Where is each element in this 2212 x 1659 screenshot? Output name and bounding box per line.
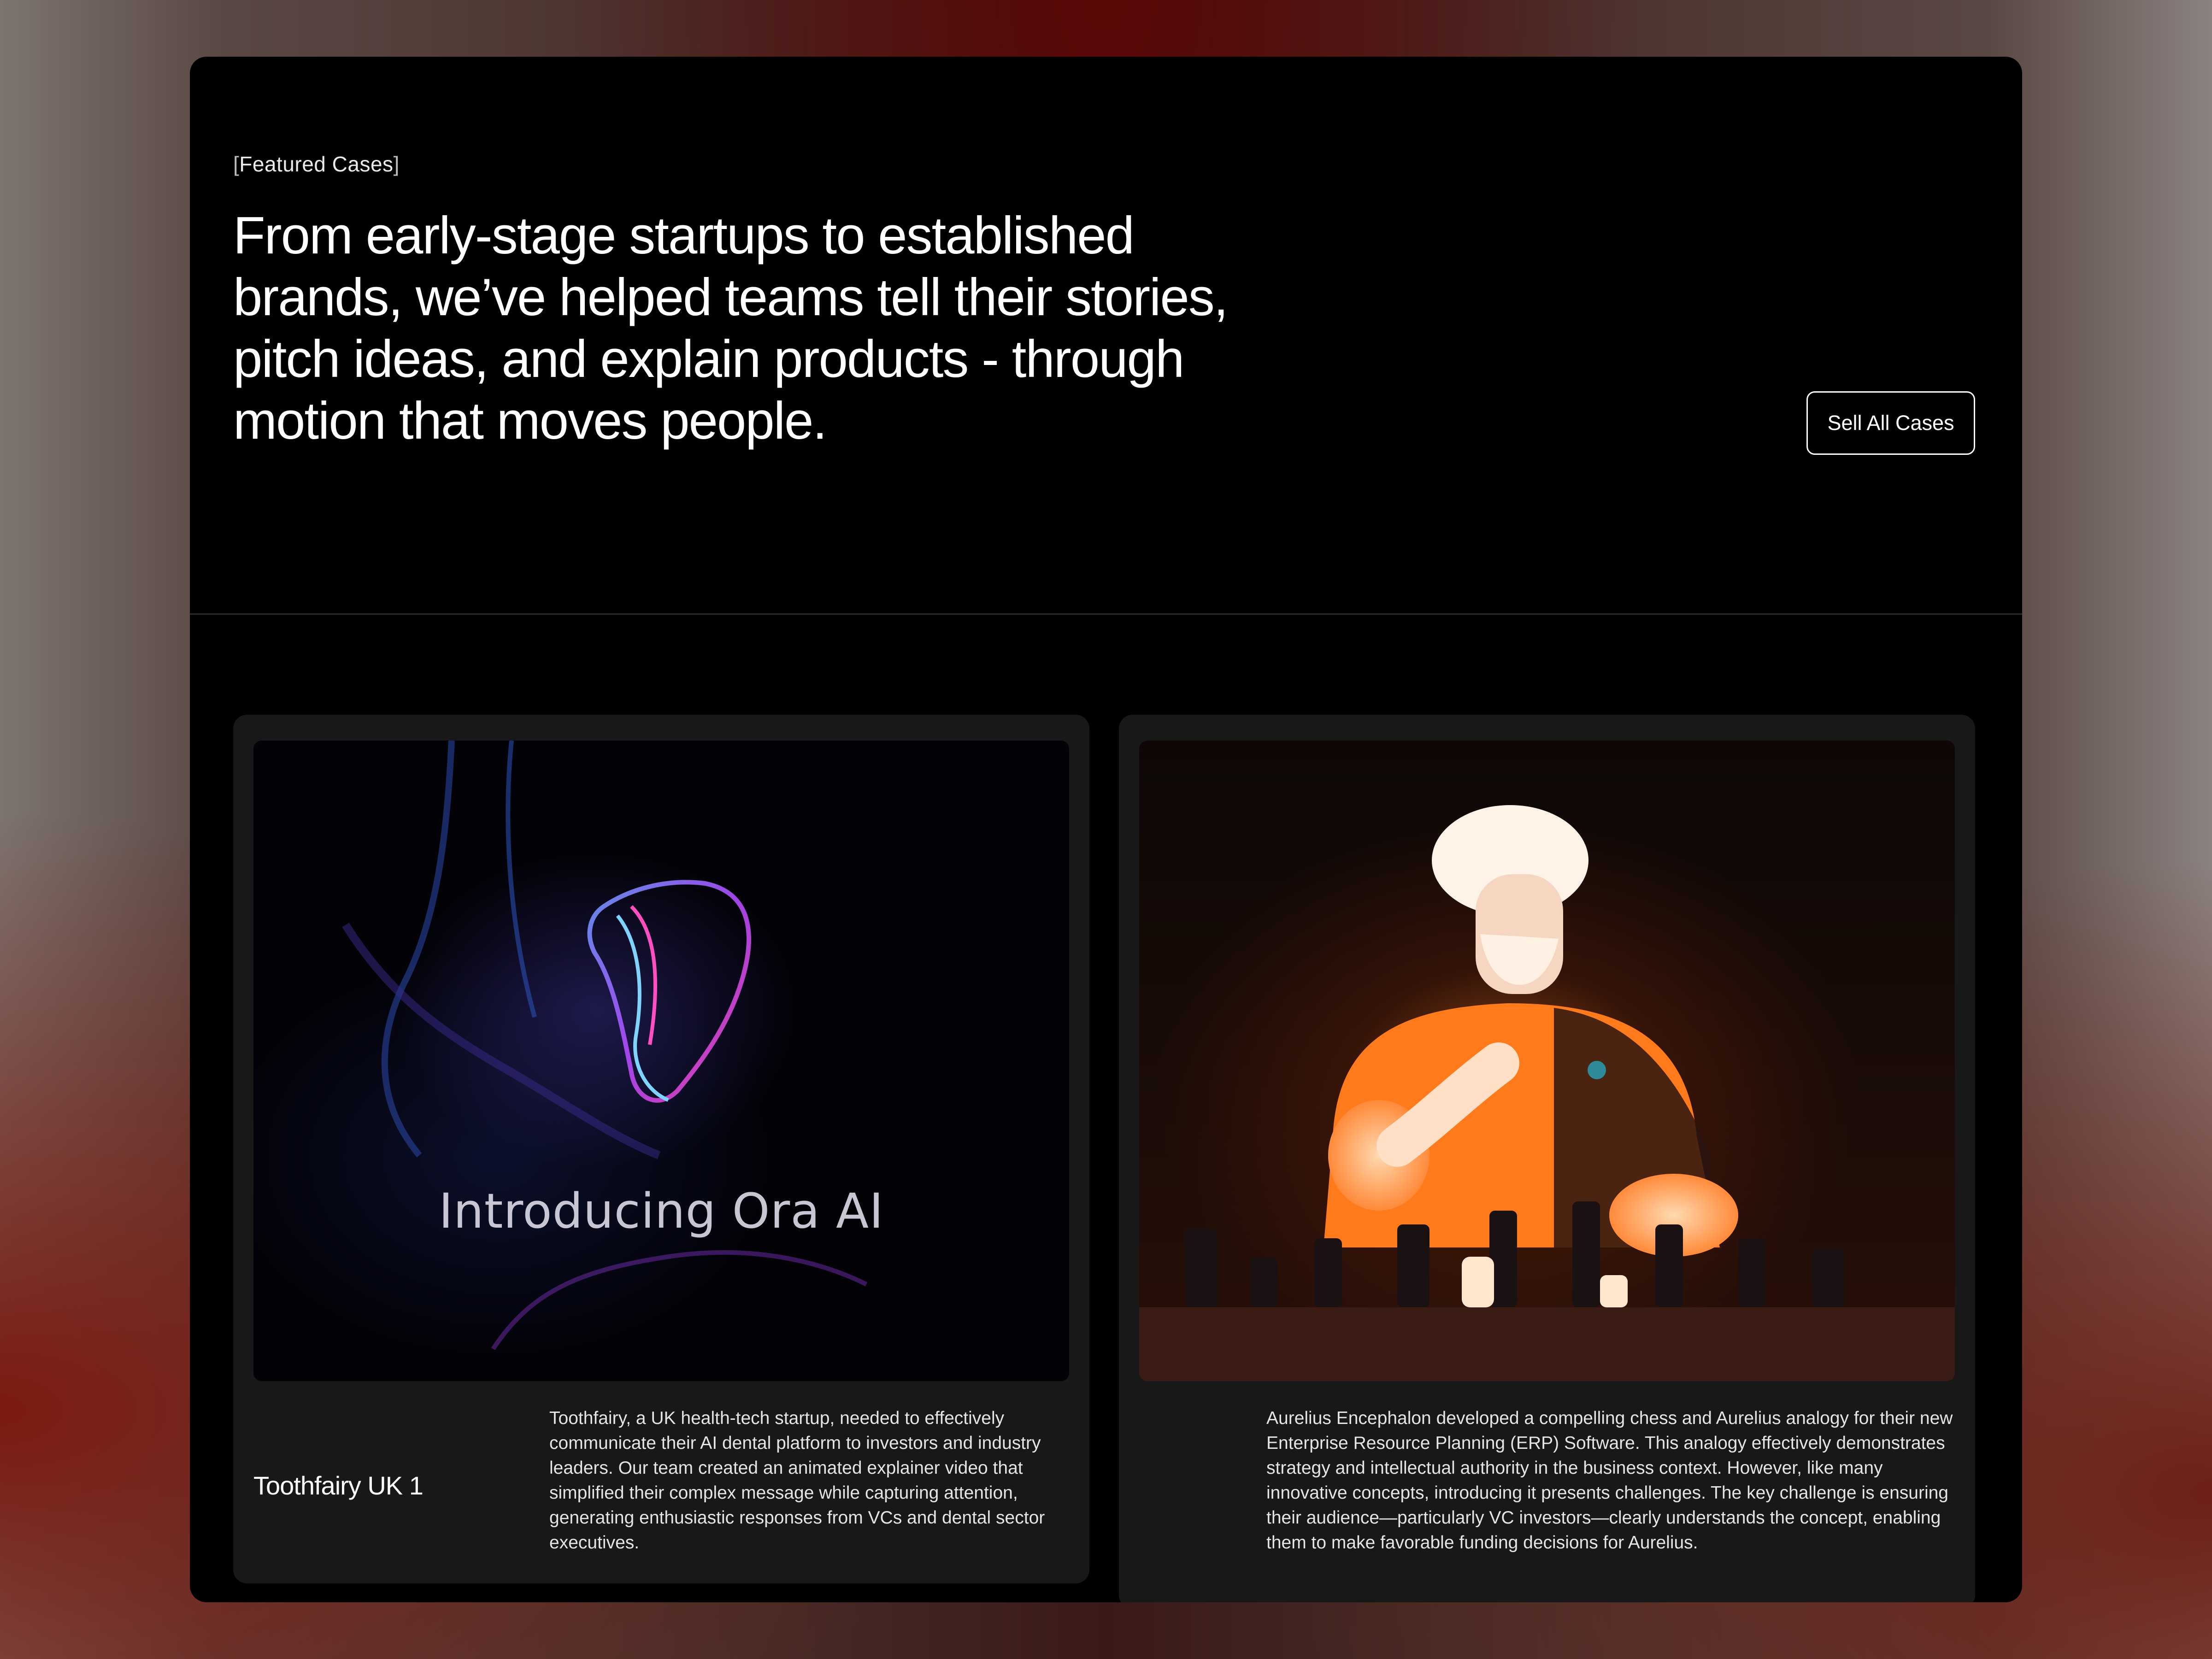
section-divider bbox=[190, 613, 2022, 615]
case-media-video[interactable] bbox=[1139, 741, 1955, 1381]
case-title[interactable]: Toothfairy UK 1 bbox=[253, 1471, 424, 1500]
chess-philosopher-illustration bbox=[1139, 805, 1955, 1381]
video-title-overlay: Introducing Ora AI bbox=[439, 1183, 884, 1239]
section-headline: From early-stage startups to established… bbox=[233, 206, 1228, 450]
case-description: Toothfairy, a UK health-tech startup, ne… bbox=[549, 1408, 1045, 1553]
section-eyebrow: [Featured Cases] bbox=[233, 152, 400, 176]
case-description: Aurelius Encephalon developed a compelli… bbox=[1266, 1408, 1953, 1553]
featured-cases-section: [Featured Cases] From early-stage startu… bbox=[190, 57, 2022, 1602]
eyebrow-label: Featured Cases bbox=[239, 152, 394, 176]
eyebrow-bracket-open: [ bbox=[233, 152, 240, 176]
tooth-light-illustration bbox=[342, 741, 868, 1350]
eyebrow-bracket-close: ] bbox=[393, 152, 400, 176]
case-media-video[interactable]: Introducing Ora AI bbox=[253, 741, 1069, 1381]
case-card-toothfairy[interactable]: Introducing Ora AI Toothfairy UK 1 Tooth… bbox=[233, 715, 1089, 1583]
case-card-aurelius[interactable]: Aurelius Encephalon developed a compelli… bbox=[1119, 715, 1975, 1602]
see-all-cases-button[interactable]: Sell All Cases bbox=[1806, 391, 1975, 455]
